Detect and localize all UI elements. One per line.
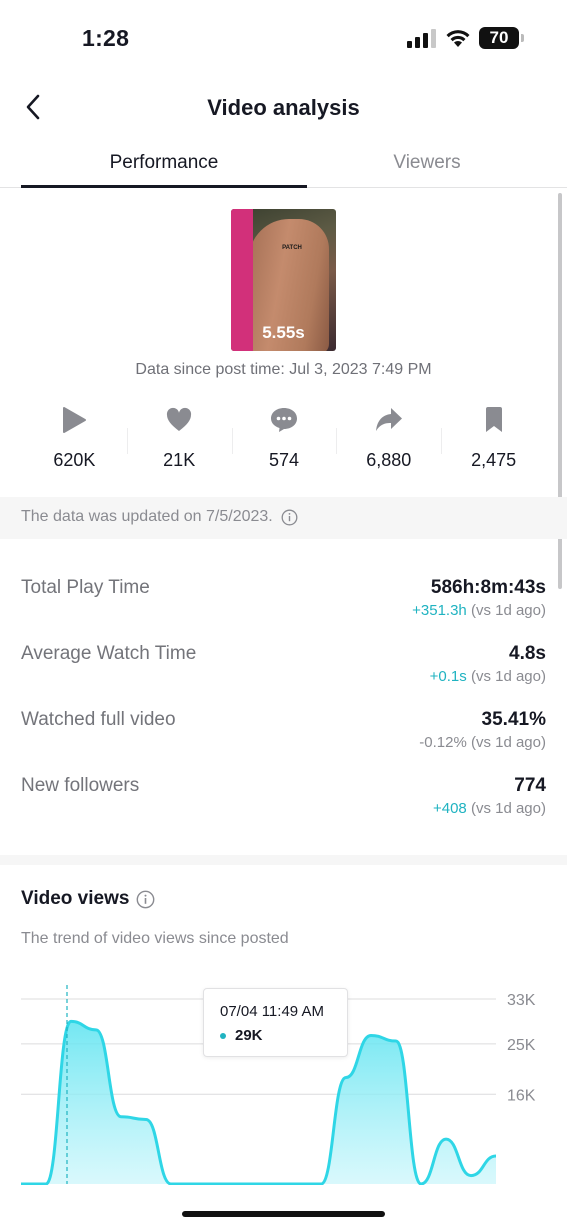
- metric-delta: +408 (vs 1d ago): [433, 800, 546, 817]
- tab-viewers[interactable]: Viewers: [307, 152, 547, 174]
- metric-value: 586h:8m:43s: [430, 577, 546, 598]
- stat-plays: 620K: [22, 400, 127, 480]
- status-bar: 1:28 70: [0, 0, 567, 70]
- stat-value: 6,880: [366, 450, 412, 470]
- delta-change: -0.12%: [419, 734, 467, 751]
- home-indicator: [182, 1211, 385, 1217]
- delta-suffix: (vs 1d ago): [466, 602, 546, 619]
- video-views-subtitle: The trend of video views since posted: [21, 930, 289, 947]
- series-dot: [220, 1032, 226, 1039]
- chart-tooltip: 07/04 11:49 AM 29K: [203, 988, 348, 1057]
- delta-change: +351.3h: [412, 602, 467, 619]
- delta-suffix: (vs 1d ago): [466, 800, 546, 817]
- signal-icon: [407, 29, 436, 48]
- engagement-stats: 620K 21K 574 6,880 2,475: [22, 400, 546, 480]
- comment-icon: [270, 408, 297, 432]
- tab-performance[interactable]: Performance: [21, 152, 307, 174]
- stat-shares: 6,880: [336, 400, 441, 480]
- delta-suffix: (vs 1d ago): [466, 668, 546, 685]
- stat-likes: 21K: [126, 400, 232, 480]
- y-tick-label: 25K: [507, 1037, 536, 1054]
- metric-label: Total Play Time: [21, 577, 150, 598]
- heart-icon: [167, 407, 192, 431]
- section-title: Video views: [21, 888, 130, 909]
- bookmark-icon: [485, 407, 502, 432]
- info-icon[interactable]: [136, 890, 155, 909]
- metric-label: New followers: [21, 775, 140, 796]
- stat-value: 574: [268, 450, 300, 470]
- info-icon[interactable]: [281, 509, 298, 526]
- metric-value: 35.41%: [481, 709, 546, 730]
- video-views-title: Video views: [21, 888, 155, 910]
- stat-value: 21K: [163, 450, 196, 470]
- tab-indicator: [21, 185, 307, 188]
- tooltip-value-row: 29K: [220, 1027, 263, 1044]
- metric-delta: -0.12% (vs 1d ago): [419, 734, 546, 751]
- status-time: 1:28: [82, 25, 130, 51]
- nav-header: Video analysis: [0, 80, 567, 136]
- video-thumbnail[interactable]: PATCH 5.55s: [231, 209, 336, 351]
- delta-change: +0.1s: [429, 668, 467, 685]
- stat-saves: 2,475: [441, 400, 546, 480]
- y-tick-label: 16K: [507, 1087, 536, 1104]
- metric-value: 774: [514, 775, 546, 796]
- metric-delta: +351.3h (vs 1d ago): [412, 602, 546, 619]
- tab-bar: Performance Viewers: [0, 140, 567, 188]
- tooltip-value: 29K: [235, 1027, 263, 1044]
- section-divider: [0, 855, 567, 865]
- video-duration: 5.55s: [262, 323, 305, 342]
- wifi-icon: [446, 30, 470, 47]
- stat-value: 2,475: [471, 450, 517, 470]
- page-title: Video analysis: [207, 95, 360, 120]
- stat-comments: 574: [231, 400, 337, 480]
- thumbnail-patch: PATCH: [282, 245, 302, 251]
- share-icon: [375, 408, 402, 431]
- y-tick-label: 33K: [507, 992, 536, 1009]
- metric-label: Average Watch Time: [21, 643, 197, 664]
- battery-indicator: 70: [479, 27, 524, 49]
- stat-value: 620K: [53, 450, 96, 470]
- metric-new-followers: New followers 774 +408 (vs 1d ago): [21, 773, 546, 839]
- tooltip-date: 07/04 11:49 AM: [220, 1003, 324, 1020]
- post-time: Data since post time: Jul 3, 2023 7:49 P…: [135, 361, 432, 378]
- status-icons: 70: [407, 27, 524, 49]
- update-banner: The data was updated on 7/5/2023.: [0, 497, 567, 539]
- update-note: The data was updated on 7/5/2023.: [21, 508, 273, 525]
- delta-suffix: (vs 1d ago): [466, 734, 546, 751]
- metrics-list: Total Play Time 586h:8m:43s +351.3h (vs …: [21, 575, 546, 839]
- metric-label: Watched full video: [21, 709, 176, 730]
- delta-change: +408: [432, 800, 467, 817]
- metric-total-play-time: Total Play Time 586h:8m:43s +351.3h (vs …: [21, 575, 546, 641]
- metric-average-watch-time: Average Watch Time 4.8s +0.1s (vs 1d ago…: [21, 641, 546, 707]
- metric-delta: +0.1s (vs 1d ago): [430, 668, 546, 685]
- metric-watched-full-video: Watched full video 35.41% -0.12% (vs 1d …: [21, 707, 546, 773]
- play-icon: [63, 407, 87, 433]
- metric-value: 4.8s: [509, 643, 546, 664]
